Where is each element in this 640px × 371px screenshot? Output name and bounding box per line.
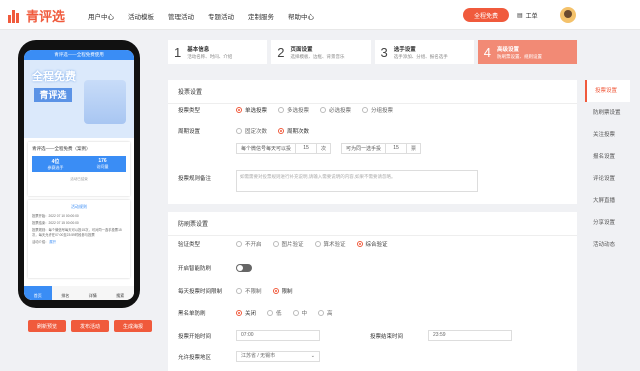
- activity-name: 青评选——全程免费（案例）: [32, 146, 91, 151]
- brand-name: 青评选: [26, 9, 66, 24]
- top-bar: 青评选 用户中心 活动模板 管理活动 专题活动 定制服务 帮助中心 全程免费 ▤…: [0, 0, 640, 30]
- vote-settings-panel: 投票设置 投票类型 单选投票 多选投票 必选投票 分组投票 周期设置 固定次数 …: [168, 80, 577, 204]
- radio-verify-image[interactable]: 图片验证: [272, 240, 304, 248]
- rule-line: 投票结束：2022 07 15 00:00:00: [32, 221, 79, 225]
- radio-bl-high[interactable]: 高: [318, 309, 333, 317]
- radio-single[interactable]: 单选投票: [236, 106, 267, 114]
- time-row: 投票开始时间 07:00 投票结束时间 23:59: [178, 330, 512, 341]
- vote-type-row: 投票类型 单选投票 多选投票 必选投票 分组投票: [178, 106, 394, 114]
- blacklist-row: 黑名单防刷 关闭 低 中 高: [178, 309, 333, 317]
- remark-textarea[interactable]: 如需需要对投票规则进行补充说明,请输入需要说明的内容,如果不需要请忽略。: [236, 170, 478, 192]
- nav-item[interactable]: 用户中心: [88, 11, 114, 21]
- tab-detail[interactable]: 详情: [79, 286, 107, 300]
- rule-line: 投票开始：2022 07 10 00:00:00: [32, 214, 79, 218]
- step-basic[interactable]: 1 基本信息 活动名称、时间、介绍: [168, 40, 268, 64]
- rule-line: 投票规则：每个微信号每天可以投15次，可对同一选手投票15次，每天允许在07:0…: [32, 228, 122, 237]
- nav-item[interactable]: 定制服务: [248, 11, 274, 21]
- start-time-input[interactable]: 07:00: [236, 330, 320, 341]
- radio-verify-off[interactable]: 不开启: [236, 240, 262, 248]
- end-time-input[interactable]: 23:59: [428, 330, 512, 341]
- radio-bl-off[interactable]: 关闭: [236, 309, 256, 317]
- rule-line: 活动介绍： 展开: [32, 240, 56, 244]
- anti-fraud-panel: 防刷票设置 验证类型 不开启 图片验证 算术验证 综合验证 开启智能防刷 每天投…: [168, 212, 577, 371]
- same-player-field[interactable]: 可为同一选手投 15 票: [341, 143, 422, 154]
- limit-row: 每个微信号每天可以投 15 次 可为同一选手投 15 票: [236, 143, 422, 154]
- banner-illustration: [84, 80, 126, 124]
- smart-row: 开启智能防刷: [178, 264, 252, 272]
- verify-row: 验证类型 不开启 图片验证 算术验证 综合验证: [178, 240, 388, 248]
- tab-home[interactable]: 首页: [24, 286, 52, 300]
- tab-rank[interactable]: 排名: [52, 286, 80, 300]
- rules-card: 活动规则 投票开始：2022 07 10 00:00:00 投票结束：2022 …: [28, 200, 130, 278]
- tab-search[interactable]: 搜索: [107, 286, 135, 300]
- banner-line2: 青评选: [34, 88, 72, 102]
- cycle-row: 周期设置 固定次数 周期次数: [178, 127, 310, 135]
- side-item-dynamic[interactable]: 活动动态: [585, 234, 630, 256]
- step-advanced[interactable]: 4 高级设置 防刷票设置、规则设置: [477, 40, 577, 64]
- banner-line1: 全程免费: [32, 71, 76, 83]
- activity-stats: 4位 参赛选手 176 访问量: [32, 156, 126, 172]
- radio-multi[interactable]: 多选投票: [278, 106, 309, 114]
- side-item-live[interactable]: 大屏直播: [585, 190, 630, 212]
- document-icon: ▤: [517, 13, 523, 19]
- side-item-vote[interactable]: 投票设置: [585, 80, 630, 102]
- free-button-label: 全程免费: [473, 13, 498, 20]
- work-order-link[interactable]: ▤ 工单: [517, 11, 538, 20]
- phone-title: 青评选——全程免费使用: [24, 50, 134, 60]
- radio-no-limit[interactable]: 不限制: [236, 287, 262, 295]
- refresh-preview-button[interactable]: 刷新预览: [28, 320, 66, 332]
- side-item-follow[interactable]: 关注投票: [585, 124, 630, 146]
- step-page[interactable]: 2 页面设置 选择模板、边框、背景音乐: [271, 40, 371, 64]
- settings-sidenav: 投票设置 防刷票设置 关注投票 报名设置 评论设置 大屏直播 分享设置 活动动态: [585, 80, 630, 256]
- nav-item[interactable]: 帮助中心: [288, 11, 314, 21]
- radio-fixed[interactable]: 固定次数: [236, 127, 267, 135]
- nav-item[interactable]: 管理活动: [168, 11, 194, 21]
- activity-card: 青评选——全程免费（案例） 4位 参赛选手 176 访问量 活动已结束: [28, 142, 130, 196]
- activity-ended: 活动已结束: [70, 177, 88, 181]
- radio-verify-combined[interactable]: 综合验证: [356, 240, 388, 248]
- side-item-comment[interactable]: 评论设置: [585, 168, 630, 190]
- free-button[interactable]: 全程免费: [463, 8, 509, 22]
- region-select[interactable]: 江苏省 / 无锡市: [236, 351, 320, 362]
- phone-banner: 全程免费 青评选: [24, 60, 134, 138]
- panel-title: 投票设置: [168, 80, 577, 104]
- step-players[interactable]: 3 选手设置 选手添加、分组、报名选手: [374, 40, 474, 64]
- radio-verify-math[interactable]: 算术验证: [314, 240, 346, 248]
- avatar[interactable]: [560, 7, 576, 23]
- nav-item[interactable]: 活动模板: [128, 11, 154, 21]
- nav-item[interactable]: 专题活动: [208, 11, 234, 21]
- expand-link[interactable]: 展开: [49, 240, 56, 244]
- remark-row: 投票规则备注 如需需要对投票规则进行补充说明,请输入需要说明的内容,如果不需要请…: [178, 170, 478, 192]
- smart-toggle[interactable]: [236, 264, 252, 272]
- radio-group[interactable]: 分组投票: [362, 106, 393, 114]
- radio-periodic[interactable]: 周期次数: [278, 127, 309, 135]
- side-item-signup[interactable]: 报名设置: [585, 146, 630, 168]
- phone-tabbar: 首页 排名 详情 搜索: [24, 286, 134, 300]
- radio-required[interactable]: 必选投票: [320, 106, 351, 114]
- panel-title: 防刷票设置: [168, 212, 577, 236]
- side-item-share[interactable]: 分享设置: [585, 212, 630, 234]
- work-order-label: 工单: [525, 14, 538, 20]
- phone-preview: 青评选——全程免费使用 全程免费 青评选 青评选——全程免费（案例） 4位 参赛选…: [18, 40, 140, 308]
- rules-title: 活动规则: [71, 204, 87, 209]
- radio-bl-low[interactable]: 低: [267, 309, 282, 317]
- phone-actions: 刷新预览 发布活动 生成海报: [28, 320, 152, 332]
- radio-bl-mid[interactable]: 中: [292, 309, 307, 317]
- phone-screen: 青评选——全程免费使用 全程免费 青评选 青评选——全程免费（案例） 4位 参赛选…: [24, 50, 134, 300]
- poster-button[interactable]: 生成海报: [114, 320, 152, 332]
- radio-limit[interactable]: 限制: [272, 287, 293, 295]
- stat-visits: 176 访问量: [96, 158, 109, 169]
- stat-players: 4位 参赛选手: [47, 159, 64, 170]
- region-row: 允许投票地区 江苏省 / 无锡市: [178, 351, 320, 362]
- time-limit-row: 每天投票时间限制 不限制 限制: [178, 287, 293, 295]
- main-nav: 用户中心 活动模板 管理活动 专题活动 定制服务 帮助中心: [88, 11, 314, 21]
- per-day-field[interactable]: 每个微信号每天可以投 15 次: [236, 143, 332, 154]
- logo-icon: [8, 9, 22, 23]
- logo[interactable]: 青评选: [8, 6, 65, 25]
- side-item-anti[interactable]: 防刷票设置: [585, 102, 630, 124]
- publish-button[interactable]: 发布活动: [71, 320, 109, 332]
- steps-bar: 1 基本信息 活动名称、时间、介绍 2 页面设置 选择模板、边框、背景音乐 3 选手设置选…: [168, 40, 577, 64]
